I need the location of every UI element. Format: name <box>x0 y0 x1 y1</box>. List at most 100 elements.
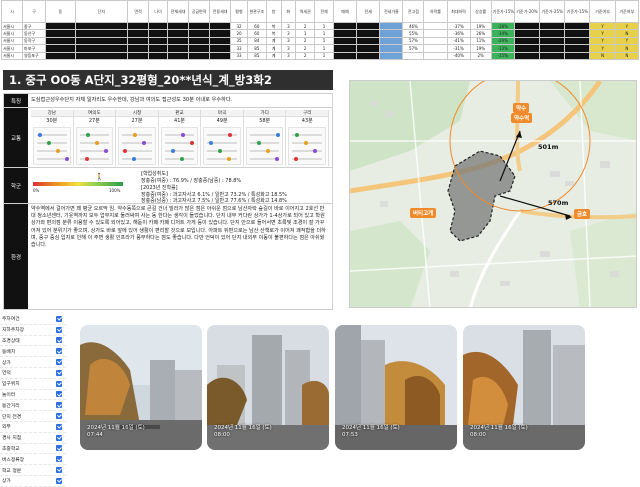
table-cell[interactable]: 2 <box>295 44 316 53</box>
site-photo-2[interactable]: 2024년 11월 16일 (토) 08:00 <box>207 325 329 450</box>
checklist-item[interactable]: 조경상태 <box>0 336 66 347</box>
table-cell[interactable]: -31% <box>446 44 471 53</box>
table-cell[interactable] <box>148 51 169 61</box>
table-cell[interactable]: 19% <box>469 44 492 53</box>
checklist-item[interactable]: 외부 <box>0 422 66 433</box>
site-photo-3[interactable]: 2024년 11월 16일 (토) 07:53 <box>335 325 457 450</box>
table-cell[interactable] <box>127 21 150 31</box>
col-header[interactable]: 전용세대 <box>209 0 232 23</box>
table-cell[interactable]: 1 <box>295 29 316 38</box>
table-cell[interactable] <box>167 29 190 38</box>
table-cell[interactable]: 20 <box>230 29 248 38</box>
table-cell[interactable] <box>513 51 541 61</box>
col-header[interactable]: 동 <box>45 0 76 23</box>
table-cell[interactable]: 복 <box>265 29 282 38</box>
table-cell[interactable] <box>127 36 150 46</box>
table-cell[interactable]: 85 <box>246 44 267 53</box>
table-cell[interactable] <box>148 36 169 46</box>
table-cell[interactable]: 동산구 <box>22 29 47 38</box>
table-cell[interactable] <box>45 36 76 46</box>
table-cell[interactable] <box>356 29 381 38</box>
table-cell[interactable]: 26% <box>469 29 492 38</box>
commute-route-card[interactable] <box>75 127 114 165</box>
table-cell[interactable] <box>564 29 591 38</box>
col-header[interactable]: 구 <box>22 0 47 23</box>
checkbox-checked-icon[interactable] <box>56 380 62 387</box>
commute-route-card[interactable] <box>245 127 284 165</box>
table-cell[interactable] <box>539 51 566 61</box>
table-cell[interactable] <box>423 51 448 61</box>
checkbox-checked-icon[interactable] <box>56 359 62 366</box>
checkbox-checked-icon[interactable] <box>56 402 62 409</box>
table-cell[interactable]: 계 <box>265 44 282 53</box>
table-cell[interactable]: N <box>614 44 640 53</box>
table-cell[interactable]: 84 <box>246 36 267 46</box>
table-cell[interactable] <box>74 51 129 61</box>
table-cell[interactable] <box>45 44 76 53</box>
table-cell[interactable] <box>188 36 211 46</box>
table-cell[interactable]: -14% <box>490 29 515 38</box>
table-cell[interactable] <box>564 51 591 61</box>
table-cell[interactable]: 1 <box>314 21 335 31</box>
location-map[interactable]: 약수 약수역 501m 570m 버티고개 금호 <box>349 80 637 308</box>
table-cell[interactable] <box>379 21 404 31</box>
map-label-station[interactable]: 약수 <box>513 103 530 113</box>
checklist-item[interactable]: 상가 <box>0 476 66 487</box>
table-cell[interactable] <box>539 44 566 53</box>
table-cell[interactable] <box>423 21 448 31</box>
table-cell[interactable]: -29% <box>490 36 515 46</box>
table-cell[interactable] <box>513 29 541 38</box>
checklist-item[interactable]: 초중학교 <box>0 444 66 455</box>
table-cell[interactable]: 60 <box>246 29 267 38</box>
table-cell[interactable]: 33 <box>230 51 248 61</box>
table-cell[interactable]: 1 <box>314 36 335 46</box>
table-cell[interactable] <box>356 36 381 46</box>
table-cell[interactable] <box>188 44 211 53</box>
table-cell[interactable]: 35 <box>230 36 248 46</box>
table-row[interactable]: 서울시 마포구 33 85 계 3 2 1 57% -31% 19% -13% Y N <box>0 44 640 53</box>
col-header[interactable]: 면적 <box>127 0 150 23</box>
table-cell[interactable]: Y <box>614 36 640 46</box>
table-cell[interactable] <box>379 44 404 53</box>
table-cell[interactable]: Y <box>589 29 616 38</box>
col-header[interactable]: 방 <box>265 0 282 23</box>
table-row[interactable]: 서울시 동산구 20 60 복 3 1 1 55% -36% 26% -14% Y N <box>0 29 640 38</box>
table-cell[interactable]: 1 <box>314 44 335 53</box>
col-header[interactable]: 나이 <box>148 0 169 23</box>
table-cell[interactable]: 서울시 <box>0 36 24 46</box>
col-header[interactable]: 전체세대 <box>167 0 190 23</box>
table-cell[interactable]: N <box>614 51 640 61</box>
table-cell[interactable] <box>539 36 566 46</box>
checklist-item[interactable]: 버스정류장 <box>0 454 66 466</box>
table-cell[interactable]: 1 <box>314 29 335 38</box>
checkbox-checked-icon[interactable] <box>56 326 62 333</box>
table-cell[interactable]: 11% <box>469 36 492 46</box>
table-cell[interactable] <box>356 21 381 31</box>
col-header[interactable]: 현관구조 <box>246 0 267 23</box>
table-cell[interactable] <box>167 36 190 46</box>
table-cell[interactable]: 서울시 <box>0 29 24 38</box>
checklist-item[interactable]: 경사 지점 <box>0 433 66 444</box>
checklist-item[interactable]: 동배치 <box>0 346 66 358</box>
table-cell[interactable]: 중구 <box>22 21 47 31</box>
checklist-item[interactable]: 동간거리 <box>0 400 66 412</box>
table-cell[interactable] <box>148 29 169 38</box>
table-cell[interactable]: 계 <box>265 36 282 46</box>
table-cell[interactable] <box>513 21 541 31</box>
checkbox-checked-icon[interactable] <box>56 434 62 441</box>
table-cell[interactable] <box>127 44 150 53</box>
table-cell[interactable] <box>188 51 211 61</box>
table-cell[interactable] <box>379 36 404 46</box>
table-cell[interactable]: 3 <box>280 36 297 46</box>
checklist-item[interactable]: 지하주차장 <box>0 325 66 336</box>
table-cell[interactable]: 영등포구 <box>22 51 47 61</box>
checkbox-checked-icon[interactable] <box>56 477 62 484</box>
checkbox-checked-icon[interactable] <box>56 391 62 398</box>
table-cell[interactable] <box>148 21 169 31</box>
table-cell[interactable]: 3 <box>280 51 297 61</box>
table-cell[interactable] <box>127 29 150 38</box>
table-cell[interactable]: 3 <box>280 44 297 53</box>
table-cell[interactable] <box>513 36 541 46</box>
table-cell[interactable] <box>45 21 76 31</box>
table-cell[interactable] <box>539 21 566 31</box>
